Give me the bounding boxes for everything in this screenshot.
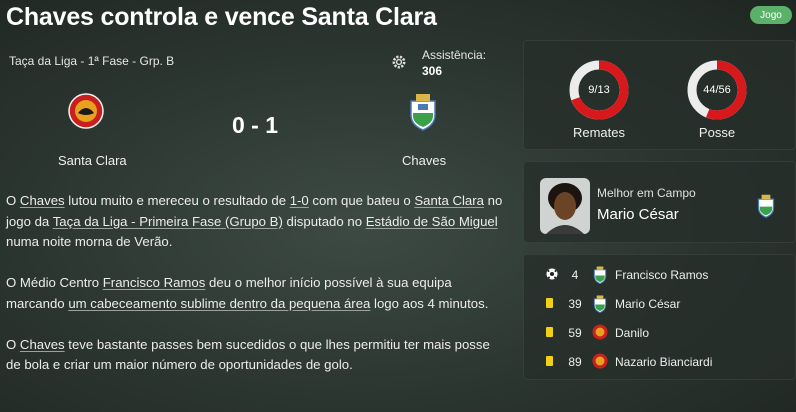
yellow-card-icon [546,356,553,366]
report-text: lutou muito e mereceu o resultado de [64,193,290,208]
santa-clara-crest-icon [592,353,608,371]
man-of-the-match-panel: Melhor em Campo Mario César [523,161,796,243]
report-text: O Médio Centro [6,275,103,290]
shots-value: 9/13 [588,84,610,96]
yellow-card-icon [546,327,553,337]
report-paragraph-3: O Chaves teve bastante passes bem sucedi… [6,335,506,376]
possession-value: 44/56 [703,84,731,96]
shots-label: Remates [572,125,626,140]
chaves-crest-icon[interactable] [756,194,776,218]
away-team-name[interactable]: Chaves [402,153,446,168]
competition-link[interactable]: Taça da Liga - Primeira Fase (Grupo B) [53,214,283,229]
score: 0 - 1 [232,112,279,138]
chaves-crest-icon [592,295,608,314]
player-link[interactable]: Francisco Ramos [103,275,206,290]
report-paragraph-1: O Chaves lutou muito e mereceu o resulta… [6,191,506,253]
report-text: numa noite morna de Verão. [6,234,173,249]
yellow-card-icon [546,298,553,308]
report-text: com que bateu o [308,193,415,208]
event-row[interactable]: 39 Mario César [524,294,796,314]
result-link[interactable]: 1-0 [290,193,309,208]
possession-label: Posse [698,125,736,140]
event-player[interactable]: Mario César [615,297,680,311]
attendance-label: Assistência: [422,48,487,62]
home-team-name[interactable]: Santa Clara [58,153,127,168]
report-text: O [6,193,20,208]
report-text: logo aos 4 minutos. [370,295,489,311]
santa-clara-crest-icon[interactable] [68,93,104,129]
motm-player-name[interactable]: Mario César [597,206,679,223]
match-report: O Chaves lutou muito e mereceu o resulta… [6,191,506,396]
possession-donut[interactable]: 44/56 [686,59,748,121]
team-link[interactable]: Chaves [20,193,65,208]
event-player[interactable]: Nazario Bianciardi [615,355,712,369]
stadium-link[interactable]: Estádio de São Miguel [366,214,498,229]
player-photo[interactable] [540,178,590,234]
goal-link[interactable]: um cabeceamento sublime dentro da pequen… [68,296,370,311]
report-text: disputado no [282,213,366,229]
event-row[interactable]: 4 Francisco Ramos [524,265,796,285]
motm-title: Melhor em Campo [597,186,696,200]
event-player[interactable]: Francisco Ramos [615,268,708,282]
page-title: Chaves controla e vence Santa Clara [6,3,437,31]
event-row[interactable]: 59 Danilo [524,323,796,343]
competition-label[interactable]: Taça da Liga - 1ª Fase - Grp. B [9,54,174,68]
event-player[interactable]: Danilo [615,326,649,340]
ball-icon [546,268,558,283]
stats-panel: 9/13 Remates 44/56 Posse [523,40,796,150]
report-paragraph-2: O Médio Centro Francisco Ramos deu o mel… [6,273,506,314]
team-link[interactable]: Santa Clara [414,193,484,208]
match-events-panel: 4 Francisco Ramos 39 Mario César 59 Danilo 89 N… [523,254,796,380]
event-minute: 59 [568,326,582,340]
shots-donut[interactable]: 9/13 [568,59,630,121]
gear-icon[interactable] [391,54,407,70]
team-link[interactable]: Chaves [20,337,65,352]
santa-clara-crest-icon [592,324,608,342]
report-text: teve bastante passes bem sucedidos o que… [6,336,490,373]
event-minute: 4 [571,268,579,282]
event-minute: 39 [568,297,582,311]
chaves-crest-icon[interactable] [407,93,439,131]
event-minute: 89 [568,355,582,369]
chaves-crest-icon [592,266,608,285]
attendance-value: 306 [422,64,443,78]
report-text: O [6,336,20,352]
status-badge[interactable]: Jogo [750,6,792,24]
event-row[interactable]: 89 Nazario Bianciardi [524,352,796,372]
